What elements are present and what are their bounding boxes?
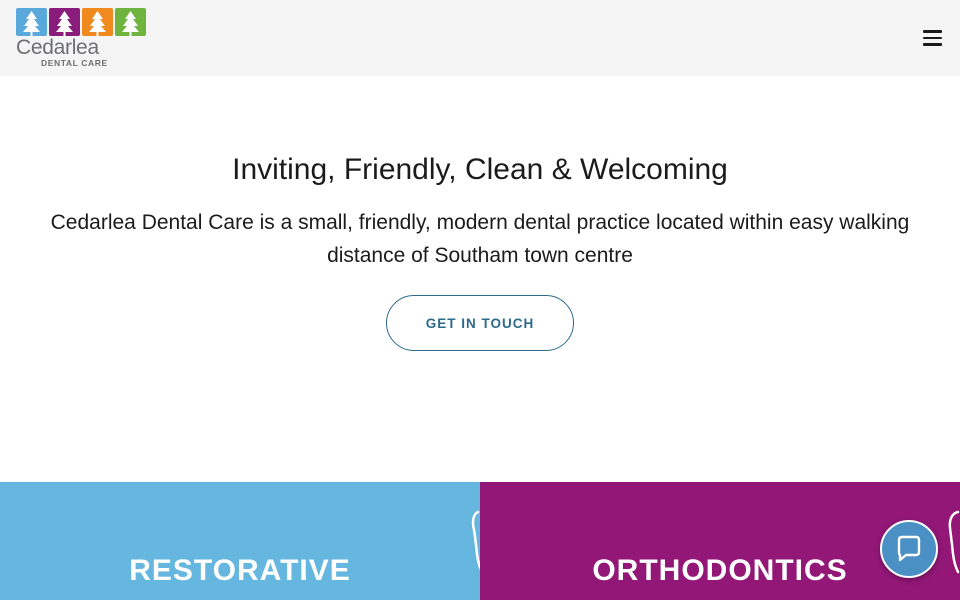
tree-icon (49, 8, 80, 36)
service-label-restorative: RESTORATIVE (129, 554, 351, 587)
chat-button[interactable] (880, 520, 938, 578)
hamburger-menu-icon[interactable] (918, 26, 946, 50)
hero-section: Inviting, Friendly, Clean & Welcoming Ce… (0, 76, 960, 482)
logo-tiles (16, 8, 150, 36)
hero-title: Inviting, Friendly, Clean & Welcoming (232, 153, 728, 186)
logo-name: Cedarlea (16, 36, 99, 59)
tree-icon (16, 8, 47, 36)
logo[interactable]: Cedarlea DENTAL CARE (16, 8, 150, 70)
site-header: Cedarlea DENTAL CARE (0, 0, 960, 76)
logo-subtitle: DENTAL CARE (41, 58, 108, 68)
chat-bubble-icon (897, 535, 921, 562)
service-restorative[interactable]: RESTORATIVE (0, 482, 480, 600)
get-in-touch-button[interactable]: GET IN TOUCH (386, 295, 574, 351)
services-section: RESTORATIVE ORTHODONTICS (0, 482, 960, 600)
tree-icon (115, 8, 146, 36)
tree-icon (82, 8, 113, 36)
hero-description: Cedarlea Dental Care is a small, friendl… (50, 211, 910, 267)
